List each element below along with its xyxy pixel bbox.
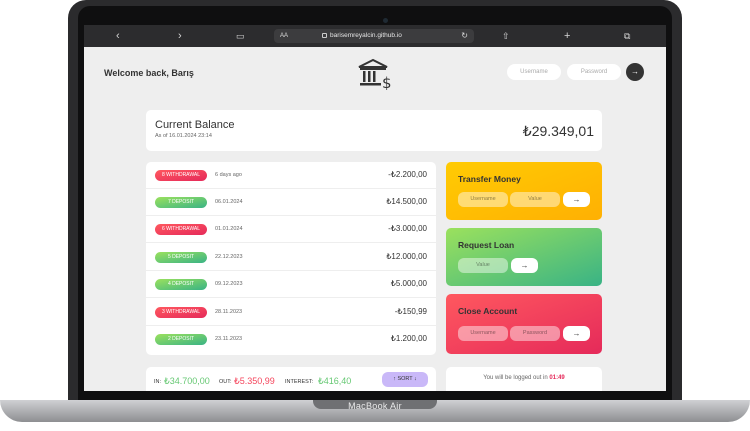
tabs-icon[interactable]: ⧉: [624, 29, 630, 43]
plus-icon[interactable]: +: [564, 29, 570, 43]
movement-row: 6 withdrawal 01.01.2024 -₺3.000,00: [146, 216, 436, 243]
close-title: Close Account: [458, 306, 518, 316]
screen: ‹ › ▭ AA barisemreyalcin.github.io ↻ ⇧ +…: [84, 25, 666, 391]
logout-message: You will be logged out in 01:49: [446, 375, 602, 381]
back-icon[interactable]: ‹: [116, 29, 120, 43]
laptop-model-label: MacBook Air: [348, 401, 402, 411]
reader-aa[interactable]: AA: [280, 30, 288, 42]
close-password-input[interactable]: Password: [510, 326, 560, 341]
logout-timer: 01:49: [549, 375, 565, 381]
movement-row: 2 deposit 23.11.2023 ₺1.200,00: [146, 326, 436, 353]
movement-value: ₺5.000,00: [390, 279, 427, 288]
transfer-title: Transfer Money: [458, 174, 521, 184]
movement-date: 06.01.2024: [215, 199, 243, 205]
movement-type-badge: 7 deposit: [155, 197, 207, 208]
movement-type-badge: 8 withdrawal: [155, 170, 207, 181]
movement-row: 4 deposit 09.12.2023 ₺5.000,00: [146, 271, 436, 298]
summary-out-label: OUT:: [219, 379, 232, 385]
movement-value: -₺150,99: [394, 307, 427, 316]
loan-submit-button[interactable]: →: [511, 258, 538, 273]
close-username-input[interactable]: Username: [458, 326, 508, 341]
share-icon[interactable]: ⇧: [502, 29, 510, 43]
summary-in-value: ₺34.700,00: [164, 376, 210, 386]
movement-date: 22.12.2023: [215, 254, 243, 260]
movement-date: 28.11.2023: [215, 309, 243, 315]
movement-date: 09.12.2023: [215, 281, 243, 287]
movement-value: -₺2.200,00: [388, 170, 427, 179]
safari-toolbar: ‹ › ▭ AA barisemreyalcin.github.io ↻ ⇧ +…: [84, 25, 666, 47]
loan-title: Request Loan: [458, 240, 515, 250]
login-button[interactable]: →: [626, 63, 644, 81]
summary-interest-label: INTEREST:: [285, 379, 314, 385]
movement-type-badge: 3 withdrawal: [155, 307, 207, 318]
camera-dot: [383, 18, 388, 23]
login-password-input[interactable]: Password: [567, 64, 621, 80]
movement-value: ₺1.200,00: [390, 334, 427, 343]
loan-value-input[interactable]: Value: [458, 258, 508, 273]
forward-icon[interactable]: ›: [178, 29, 182, 43]
movement-value: ₺12.000,00: [386, 252, 427, 261]
book-icon[interactable]: ▭: [236, 29, 245, 43]
balance-value: ₺29.349,01: [522, 123, 594, 139]
transfer-username-input[interactable]: Username: [458, 192, 508, 207]
login-username-input[interactable]: Username: [507, 64, 561, 80]
summary-out-value: ₺5.350,99: [234, 376, 275, 386]
transfer-value-input[interactable]: Value: [510, 192, 560, 207]
lock-icon: [322, 33, 327, 38]
movement-date: 6 days ago: [215, 172, 242, 178]
movement-type-badge: 6 withdrawal: [155, 224, 207, 235]
close-account-panel: Close Account Username Password →: [446, 294, 602, 354]
summary-interest-value: ₺416,40: [318, 376, 352, 386]
bank-icon: $: [358, 58, 392, 90]
url-text[interactable]: barisemreyalcin.github.io: [330, 30, 402, 42]
request-loan-panel: Request Loan Value →: [446, 228, 602, 286]
movement-value: ₺14.500,00: [386, 197, 427, 206]
transfer-money-panel: Transfer Money Username Value →: [446, 162, 602, 220]
balance-card: Current Balance As of 16.01.2024 23:14 ₺…: [146, 110, 602, 151]
movement-row: 8 withdrawal 6 days ago -₺2.200,00: [146, 162, 436, 189]
movement-type-badge: 2 deposit: [155, 334, 207, 345]
logout-text: You will be logged out in: [483, 375, 548, 381]
movement-row: 5 deposit 22.12.2023 ₺12.000,00: [146, 244, 436, 271]
movement-row: 7 deposit 06.01.2024 ₺14.500,00: [146, 189, 436, 216]
summary-bar: IN: ₺34.700,00 OUT: ₺5.350,99 INTEREST: …: [146, 367, 436, 391]
movement-value: -₺3.000,00: [388, 224, 427, 233]
transfer-submit-button[interactable]: →: [563, 192, 590, 207]
sort-button[interactable]: ↑ SORT ↓: [382, 372, 428, 387]
welcome-message: Welcome back, Barış: [104, 68, 194, 78]
movement-type-badge: 4 deposit: [155, 279, 207, 290]
summary-in-label: IN:: [154, 379, 162, 385]
movements-list[interactable]: 8 withdrawal 6 days ago -₺2.200,00 7 dep…: [146, 162, 436, 355]
svg-text:$: $: [382, 74, 392, 90]
movement-row: 3 withdrawal 28.11.2023 -₺150,99: [146, 299, 436, 326]
balance-label: Current Balance: [155, 119, 235, 131]
movement-date: 01.01.2024: [215, 226, 243, 232]
movement-date: 23.11.2023: [215, 336, 243, 342]
balance-date: As of 16.01.2024 23:14: [155, 133, 212, 139]
reload-icon[interactable]: ↻: [461, 29, 468, 42]
close-submit-button[interactable]: →: [563, 326, 590, 341]
address-bar[interactable]: AA barisemreyalcin.github.io ↻: [274, 29, 474, 43]
logout-timer-card: You will be logged out in 01:49: [446, 367, 602, 391]
movement-type-badge: 5 deposit: [155, 252, 207, 263]
